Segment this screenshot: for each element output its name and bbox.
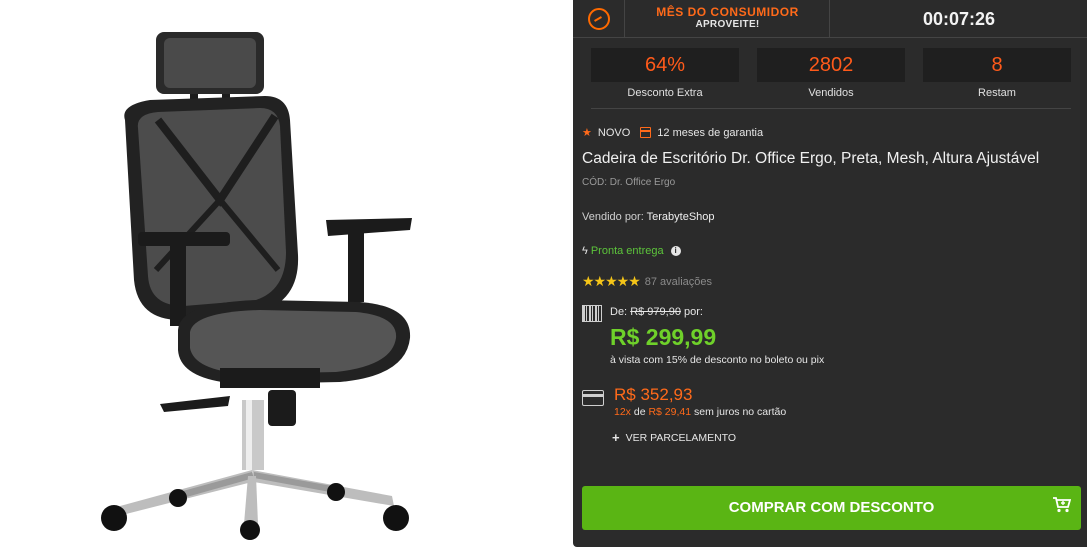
stat-value: 64% <box>591 48 739 82</box>
info-icon[interactable]: i <box>670 246 681 256</box>
see-installments-link[interactable]: + VER PARCELAMENTO <box>612 430 736 445</box>
old-price-prefix: De: <box>610 306 628 318</box>
promo-header: MÊS DO CONSUMIDOR APROVEITE! 00:07:26 <box>573 0 1087 38</box>
divider <box>591 108 1071 109</box>
plus-icon: + <box>612 430 620 445</box>
card-price: R$ 352,93 <box>614 385 693 404</box>
old-price-suffix: por: <box>684 306 703 318</box>
stat-discount: 64% Desconto Extra <box>591 48 739 99</box>
rating-stars: ★★★★★ <box>582 273 641 289</box>
clock-icon <box>587 8 610 30</box>
installments-de: de <box>633 406 646 418</box>
old-price: R$ 979,90 <box>630 306 681 318</box>
promo-title-box: MÊS DO CONSUMIDOR APROVEITE! <box>626 0 830 38</box>
promo-subtitle: APROVEITE! <box>695 19 760 30</box>
seller-label: Vendido por: <box>582 211 644 223</box>
installments-count: 12x <box>614 406 631 418</box>
stat-label: Desconto Extra <box>627 87 703 99</box>
promo-icon-box <box>573 0 625 38</box>
pix-note: à vista com 15% de desconto no boleto ou… <box>610 354 825 366</box>
stat-sold: 2802 Vendidos <box>757 48 905 99</box>
calendar-icon <box>640 127 652 138</box>
stock-label: Pronta entrega <box>590 245 664 257</box>
stat-value: 2802 <box>757 48 905 82</box>
stat-remaining: 8 Restam <box>923 48 1071 99</box>
stat-label: Vendidos <box>808 87 854 99</box>
product-title: Cadeira de Escritório Dr. Office Ergo, P… <box>582 150 1040 167</box>
installments-value: R$ 29,41 <box>648 406 692 418</box>
bolt-icon: ϟ <box>582 245 588 257</box>
product-rating[interactable]: ★★★★★ 87 avaliações <box>582 273 712 290</box>
old-price-line: De: R$ 979,90 por: <box>610 306 703 318</box>
cart-icon <box>1053 497 1071 513</box>
stock-status: ϟ Pronta entrega i <box>582 245 681 257</box>
see-installments-label[interactable]: VER PARCELAMENTO <box>626 432 736 444</box>
countdown-timer: 00:07:26 <box>922 9 996 29</box>
product-image[interactable] <box>0 0 572 552</box>
buy-button-label[interactable]: COMPRAR COM DESCONTO <box>729 499 935 516</box>
product-code: CÓD: Dr. Office Ergo <box>582 177 676 188</box>
stat-label: Restam <box>978 87 1016 99</box>
promo-stats: 64% Desconto Extra 2802 Vendidos 8 Resta… <box>591 48 1071 104</box>
warranty-badge: 12 meses de garantia <box>657 126 764 139</box>
installments-info: 12x de R$ 29,41 sem juros no cartão <box>614 406 786 418</box>
barcode-icon <box>582 305 602 322</box>
seller-name[interactable]: TerabyteShop <box>647 211 715 223</box>
stat-value: 8 <box>923 48 1071 82</box>
star-icon: ★ <box>582 127 592 139</box>
pix-price: R$ 299,99 <box>610 324 717 350</box>
seller-info: Vendido por: TerabyteShop <box>582 211 715 223</box>
promo-title: MÊS DO CONSUMIDOR <box>656 5 799 19</box>
rating-count[interactable]: 87 avaliações <box>645 276 712 288</box>
installments-note: sem juros no cartão <box>694 406 787 418</box>
product-badges: ★ NOVO 12 meses de garantia <box>582 126 764 140</box>
credit-card-icon <box>582 390 604 406</box>
office-chair-image <box>101 32 412 540</box>
product-info-panel: MÊS DO CONSUMIDOR APROVEITE! 00:07:26 64… <box>573 0 1087 547</box>
buy-button[interactable]: COMPRAR COM DESCONTO <box>582 486 1081 530</box>
new-badge: NOVO <box>597 126 631 139</box>
